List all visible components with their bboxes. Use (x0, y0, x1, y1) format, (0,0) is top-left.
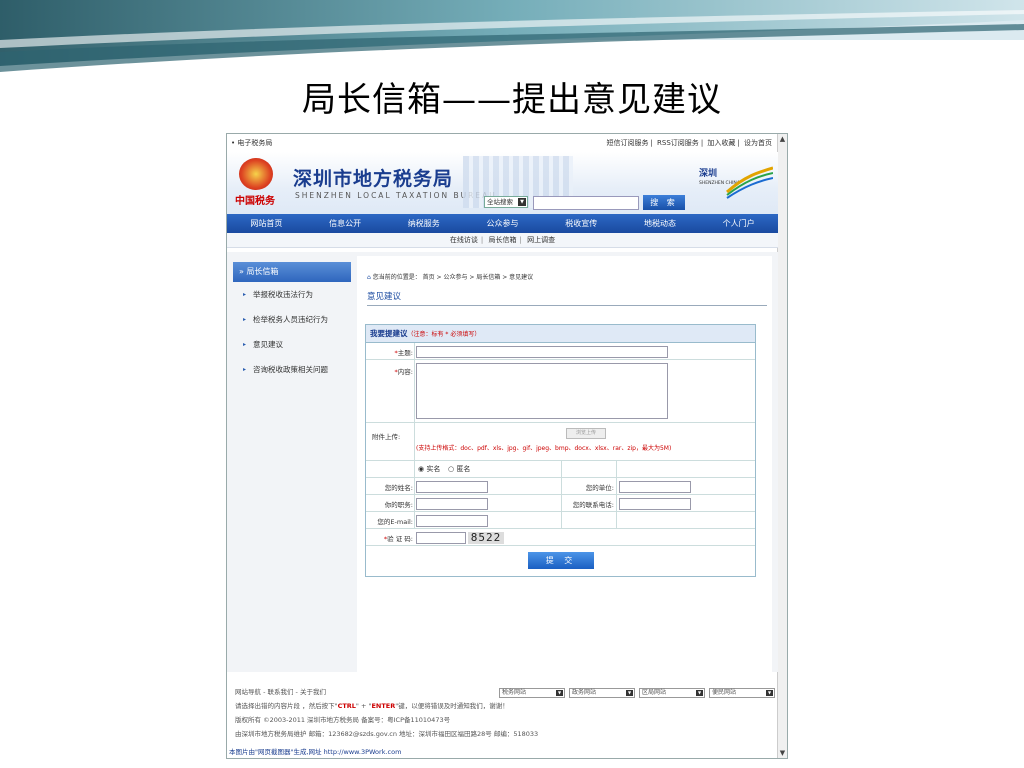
captcha-label: *验 证 码: (383, 535, 413, 543)
nav-info[interactable]: 信息公开 (306, 218, 385, 229)
sub-nav: 在线访谈 | 局长信箱 | 网上调查 (227, 233, 778, 248)
browser-screenshot: ▲ ▼ • 电子税务局 短信订阅服务 | RSS订阅服务 | 加入收藏 | 设为首页 … (226, 133, 788, 759)
nav-participation[interactable]: 公众参与 (463, 218, 542, 229)
captcha-row: *验 证 码: 8522 (366, 529, 755, 546)
scroll-down-arrow-icon[interactable]: ▼ (778, 748, 787, 758)
svg-text:深圳: 深圳 (699, 167, 717, 179)
dropdown-arrow-icon: ▼ (766, 690, 773, 696)
slide: 局长信箱——提出意见建议 ▲ ▼ • 电子税务局 短信订阅服务 | RSS订阅服务… (0, 0, 1024, 768)
email-label: 您的E-mail: (377, 518, 413, 526)
nav-service[interactable]: 纳税服务 (384, 218, 463, 229)
unit-input[interactable] (619, 481, 691, 493)
copyright: 版权所有 ©2003-2011 深圳市地方税务局 备案号：粤ICP备110104… (235, 716, 451, 724)
district-sites-select[interactable]: 区局网站 ▼ (639, 688, 705, 698)
sidebar-header: » 局长信箱 (233, 262, 351, 282)
content-label: *内容: (394, 368, 413, 376)
job-row: 你的职务: 您的联系电话: (366, 495, 755, 512)
attachment-hint: (支持上传格式：doc、pdf、xls、jpg、gif、jpeg、bmp、doc… (416, 445, 672, 452)
sidebar-item-suggestion[interactable]: 意见建议 (233, 332, 351, 357)
submit-button[interactable]: 提 交 (528, 552, 594, 569)
search-button[interactable]: 搜 索 (643, 195, 685, 210)
sidebar-item-staff-report[interactable]: 检举税务人员违纪行为 (233, 307, 351, 332)
top-links: 短信订阅服务 | RSS订阅服务 | 加入收藏 | 设为首页 (606, 139, 772, 147)
nav-personal[interactable]: 个人门户 (699, 218, 778, 229)
error-report-hint: 请选择出错的内容片段 ，然后按下"CTRL" + "ENTER"键，以便将错误及… (235, 702, 509, 710)
subnav-survey[interactable]: 网上调查 (527, 236, 555, 244)
email-input[interactable] (416, 515, 488, 527)
content-textarea[interactable] (416, 363, 668, 419)
phone-label: 您的联系电话: (572, 501, 614, 509)
dropdown-arrow-icon: ▼ (696, 690, 703, 696)
sidebar-item-report[interactable]: 举报税收违法行为 (233, 282, 351, 307)
job-label: 你的职务: (384, 501, 413, 509)
maintainer-info: 由深圳市地方税务局维护 邮箱：123682@szds.gov.cn 地址：深圳市… (235, 730, 539, 738)
set-homepage-link[interactable]: 设为首页 (744, 139, 772, 147)
subject-label: *主题: (394, 349, 413, 357)
job-input[interactable] (416, 498, 488, 510)
captcha-image[interactable]: 8522 (468, 532, 504, 544)
slide-title: 局长信箱——提出意见建议 (302, 80, 722, 120)
attachment-label: 附件上传: (372, 433, 401, 441)
unit-label: 您的单位: (585, 484, 614, 492)
top-bar: • 电子税务局 短信订阅服务 | RSS订阅服务 | 加入收藏 | 设为首页 (227, 134, 778, 152)
vertical-scrollbar[interactable]: ▲ ▼ (777, 134, 787, 758)
convenience-sites-select[interactable]: 便民网站 ▼ (709, 688, 775, 698)
nav-news[interactable]: 地税动态 (621, 218, 700, 229)
anonymous-radio[interactable]: ○ 匿名 (448, 464, 470, 474)
content-row: *内容: (366, 360, 755, 423)
main-nav: 网站首页 信息公开 纳税服务 公众参与 税收宣传 地税动态 个人门户 (227, 214, 778, 233)
name-input[interactable] (416, 481, 488, 493)
phone-input[interactable] (619, 498, 691, 510)
sms-subscribe-link[interactable]: 短信订阅服务 (606, 139, 648, 147)
home-icon: ⌂ (367, 274, 371, 281)
shenzhen-city-logo: 深圳 SHENZHEN CHINA (699, 166, 773, 199)
site-name: 深圳市地方税务局 (293, 168, 454, 190)
nav-home[interactable]: 网站首页 (227, 218, 306, 229)
gov-sites-select[interactable]: 政务网站 ▼ (569, 688, 635, 698)
captcha-input[interactable] (416, 532, 466, 544)
name-label: 您的姓名: (384, 484, 413, 492)
e-tax-link[interactable]: • 电子税务局 (231, 134, 272, 152)
dropdown-arrow-icon: ▼ (626, 690, 633, 696)
page-title: 意见建议 (367, 290, 767, 306)
emblem-text: 中国税务 (235, 196, 275, 207)
footer-links[interactable]: 网站导航 - 联系我们 - 关于我们 (235, 686, 326, 698)
email-row: 您的E-mail: (366, 512, 755, 529)
realname-radio[interactable]: ◉ 实名 (418, 464, 440, 474)
tax-emblem-icon (239, 158, 273, 190)
form-header: 我要提建议（注意：标有 * 必须填写） (366, 325, 755, 343)
main-panel: ⌂ 您当前的位置是： 首页 > 公众参与 > 局长信箱 > 意见建议 意见建议 … (357, 256, 772, 672)
generator-note: 本图片由"网页截图器"生成,网址 http://www.3PWork.com (229, 748, 402, 756)
rss-subscribe-link[interactable]: RSS订阅服务 (657, 139, 699, 147)
tax-sites-select[interactable]: 税务网站 ▼ (499, 688, 565, 698)
subject-input[interactable] (416, 346, 668, 358)
dropdown-arrow-icon: ▼ (518, 198, 526, 206)
breadcrumb: ⌂ 您当前的位置是： 首页 > 公众参与 > 局长信箱 > 意见建议 (367, 274, 534, 281)
subnav-interview[interactable]: 在线访谈 (450, 236, 478, 244)
site-banner: 中国税务 深圳市地方税务局 SHENZHEN LOCAL TAXATION BU… (227, 152, 778, 214)
upload-button[interactable]: 浏览上传 (566, 428, 606, 439)
subject-row: *主题: (366, 343, 755, 360)
scroll-up-arrow-icon[interactable]: ▲ (778, 134, 787, 144)
add-favorite-link[interactable]: 加入收藏 (707, 139, 735, 147)
search-input[interactable] (533, 196, 639, 210)
dropdown-arrow-icon: ▼ (556, 690, 563, 696)
search-scope-select[interactable]: 全站搜索 ▼ (484, 196, 528, 208)
suggestion-form: 我要提建议（注意：标有 * 必须填写） *主题: *内容: 附件上传: 浏览上传… (365, 324, 756, 577)
sidebar: » 局长信箱 举报税收违法行为 检举税务人员违纪行为 意见建议 咨询税收政策相关… (233, 262, 351, 672)
attachment-row: 附件上传: 浏览上传 (支持上传格式：doc、pdf、xls、jpg、gif、j… (366, 423, 755, 461)
sidebar-item-consult[interactable]: 咨询税收政策相关问题 (233, 357, 351, 382)
nav-publicity[interactable]: 税收宣传 (542, 218, 621, 229)
subnav-mailbox[interactable]: 局长信箱 (489, 236, 517, 244)
decorative-swoosh (0, 0, 1024, 72)
name-row: 您的姓名: 您的单位: (366, 478, 755, 495)
